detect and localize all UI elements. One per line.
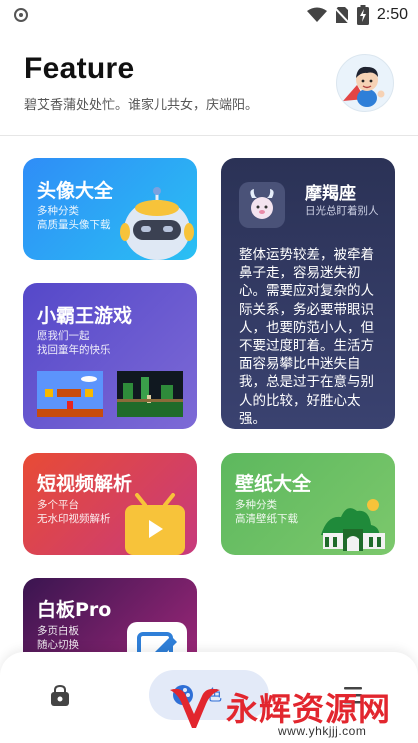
capricorn-icon xyxy=(239,182,285,228)
status-icons: 2:50 xyxy=(306,4,408,26)
page-title: Feature xyxy=(24,52,135,85)
robot-icon xyxy=(120,187,194,260)
watermark-logo xyxy=(170,688,220,728)
avatar-gallery-card[interactable]: 头像大全 多种分类 高质量头像下载 xyxy=(23,158,197,260)
card-desc-line2: 高清壁纸下载 xyxy=(235,513,298,525)
card-desc-line2: 找回童年的快乐 xyxy=(37,344,111,356)
card-desc-line2: 高质量头像下载 xyxy=(37,219,111,231)
status-time: 2:50 xyxy=(376,6,408,23)
watermark-url: www.yhkjjj.com xyxy=(278,724,367,738)
retro-games-card[interactable]: 小霸王游戏 愿我们一起 找回童年的快乐 xyxy=(23,283,197,429)
horoscope-card[interactable]: 摩羯座 日光总盯着别人 整体运势较差，被牵着鼻子走，容易迷失初心。需要应对复杂的… xyxy=(221,158,395,429)
card-desc-line1: 多页白板 xyxy=(37,625,79,637)
app-notification-icon xyxy=(14,8,28,22)
header: Feature 碧艾香蒲处处忙。谁家儿共女，庆端阳。 xyxy=(0,30,418,136)
video-parser-card[interactable]: 短视频解析 多个平台 无水印视频解析 xyxy=(23,453,197,555)
shopping-bag-icon xyxy=(51,684,69,706)
card-desc-line1: 愿我们一起 xyxy=(37,330,90,342)
contra-game-thumbnail xyxy=(117,371,183,417)
card-title: 短视频解析 xyxy=(37,473,133,495)
card-title: 小霸王游戏 xyxy=(37,305,133,327)
wifi-icon xyxy=(306,7,327,22)
nav-shop-button[interactable] xyxy=(48,684,72,708)
mario-game-thumbnail xyxy=(37,371,103,417)
card-desc-line1: 多种分类 xyxy=(235,499,277,511)
wallpaper-card[interactable]: 壁纸大全 多种分类 高清壁纸下载 xyxy=(221,453,395,555)
card-desc-line2: 随心切换 xyxy=(37,639,79,651)
horoscope-text: 整体运势较差，被牵着鼻子走，容易迷失初心。需要应对复杂的人际关系，务必要带眼识人… xyxy=(239,247,374,427)
status-bar: 2:50 xyxy=(0,0,418,30)
avatar[interactable] xyxy=(336,54,394,112)
tv-play-icon xyxy=(125,493,185,555)
no-sim-icon xyxy=(334,7,349,24)
superhero-avatar-icon xyxy=(343,66,385,107)
card-desc-line1: 多种分类 xyxy=(37,205,79,217)
battery-charging-icon xyxy=(356,5,369,25)
zodiac-name: 摩羯座 xyxy=(305,184,356,204)
card-title: 头像大全 xyxy=(37,180,114,202)
card-desc-line1: 多个平台 xyxy=(37,499,79,511)
page-subtitle: 碧艾香蒲处处忙。谁家儿共女，庆端阳。 xyxy=(24,98,259,113)
card-title: 白板Pro xyxy=(37,599,112,621)
landscape-icon xyxy=(321,499,385,551)
card-title: 壁纸大全 xyxy=(235,473,312,495)
zodiac-subtitle: 日光总盯着别人 xyxy=(305,205,379,217)
card-desc-line2: 无水印视频解析 xyxy=(37,513,111,525)
watermark: 永辉资源网 www.yhkjjj.com xyxy=(166,680,416,740)
